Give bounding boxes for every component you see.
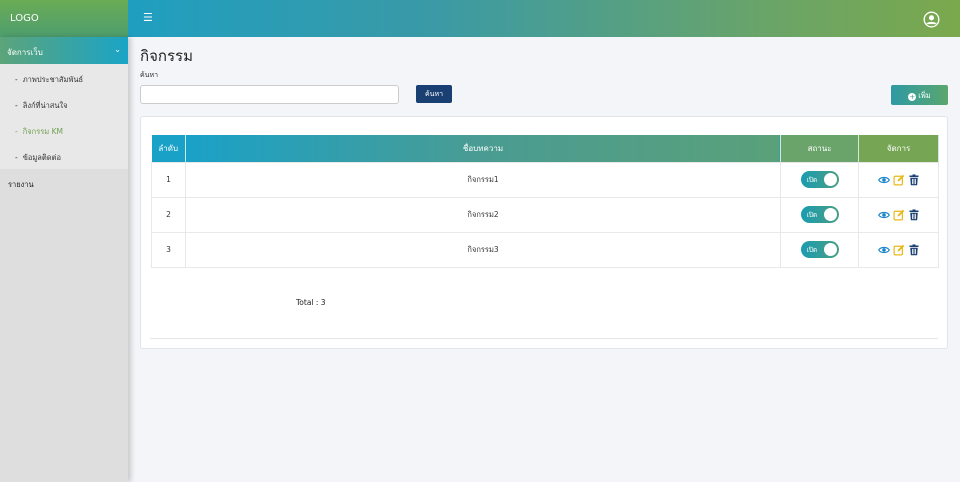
total-count: Total : 3 <box>296 298 326 307</box>
sidebar-item-report[interactable]: รายงาน <box>0 169 128 197</box>
table-row: 2 กิจกรรม2 เปิด <box>151 196 939 233</box>
sidebar-item-contact[interactable]: - ข้อมูลติดต่อ <box>0 144 128 170</box>
sidebar-item-label: ภาพประชาสัมพันธ์ <box>22 75 84 84</box>
status-toggle[interactable]: เปิด <box>800 241 839 258</box>
sidebar-group-manage-web[interactable]: จัดการเว็บ ⌄ <box>0 37 128 64</box>
cell-actions <box>858 196 939 233</box>
divider <box>150 338 938 339</box>
cell-title: กิจกรรม1 <box>184 161 782 198</box>
plus-circle-icon: + <box>908 93 917 101</box>
cell-index: 3 <box>151 231 186 268</box>
sidebar: จัดการเว็บ ⌄ - ภาพประชาสัมพันธ์ - ลิงก์ที่… <box>0 37 128 482</box>
page-title: กิจกรรม <box>140 47 193 65</box>
cell-index: 1 <box>151 161 186 198</box>
header-title: ชื่อบทความ <box>185 135 782 162</box>
search-label: ค้นหา <box>140 71 159 79</box>
sidebar-item-links[interactable]: - ลิงก์ที่น่าสนใจ <box>0 92 128 118</box>
chevron-down-icon: ⌄ <box>114 45 121 54</box>
status-toggle-label: เปิด <box>806 211 818 219</box>
cell-title: กิจกรรม3 <box>184 231 782 268</box>
toggle-knob <box>823 208 837 221</box>
trash-icon[interactable] <box>908 243 920 256</box>
sidebar-item-label: ลิงก์ที่น่าสนใจ <box>22 101 68 110</box>
sidebar-item-label: ข้อมูลติดต่อ <box>22 153 62 162</box>
edit-icon[interactable] <box>893 209 905 221</box>
eye-icon[interactable] <box>877 244 890 256</box>
status-toggle-label: เปิด <box>806 176 818 184</box>
sidebar-item-activities-km[interactable]: - กิจกรรม KM <box>0 118 128 144</box>
trash-icon[interactable] <box>908 208 920 221</box>
sidebar-group-label: จัดการเว็บ <box>7 48 43 57</box>
cell-status: เปิด <box>780 231 860 268</box>
table-row: 1 กิจกรรม1 เปิด <box>151 161 939 198</box>
logo[interactable]: LOGO <box>0 0 128 37</box>
cell-actions <box>858 231 939 268</box>
header-manage: จัดการ <box>858 135 939 162</box>
toggle-knob <box>823 173 837 186</box>
table-row: 3 กิจกรรม3 เปิด <box>151 231 939 268</box>
activities-table: ลำดับ ชื่อบทความ สถานะ จัดการ 1 กิจกรรม1… <box>151 135 939 268</box>
user-circle-icon[interactable] <box>923 11 940 28</box>
add-button[interactable]: + เพิ่ม <box>891 85 948 105</box>
status-toggle[interactable]: เปิด <box>800 171 839 188</box>
status-toggle-label: เปิด <box>806 246 818 254</box>
cell-status: เปิด <box>780 196 860 233</box>
menu-toggle-icon[interactable]: ☰ <box>143 11 153 24</box>
header-status: สถานะ <box>780 135 860 162</box>
toggle-knob <box>823 243 837 256</box>
table-card: ลำดับ ชื่อบทความ สถานะ จัดการ 1 กิจกรรม1… <box>140 116 948 349</box>
search-input[interactable] <box>140 85 399 104</box>
add-button-label: เพิ่ม <box>918 91 931 100</box>
edit-icon[interactable] <box>893 244 905 256</box>
sidebar-item-banner[interactable]: - ภาพประชาสัมพันธ์ <box>0 66 128 92</box>
edit-icon[interactable] <box>893 174 905 186</box>
status-toggle[interactable]: เปิด <box>800 206 839 223</box>
cell-actions <box>858 161 939 198</box>
search-button[interactable]: ค้นหา <box>416 85 452 103</box>
eye-icon[interactable] <box>877 174 890 186</box>
sidebar-item-label: กิจกรรม KM <box>22 127 63 136</box>
header-index: ลำดับ <box>151 135 186 162</box>
sidebar-submenu: - ภาพประชาสัมพันธ์ - ลิงก์ที่น่าสนใจ - กิจก… <box>0 64 128 169</box>
eye-icon[interactable] <box>877 209 890 221</box>
cell-index: 2 <box>151 196 186 233</box>
cell-title: กิจกรรม2 <box>184 196 782 233</box>
cell-status: เปิด <box>780 161 860 198</box>
trash-icon[interactable] <box>908 173 920 186</box>
